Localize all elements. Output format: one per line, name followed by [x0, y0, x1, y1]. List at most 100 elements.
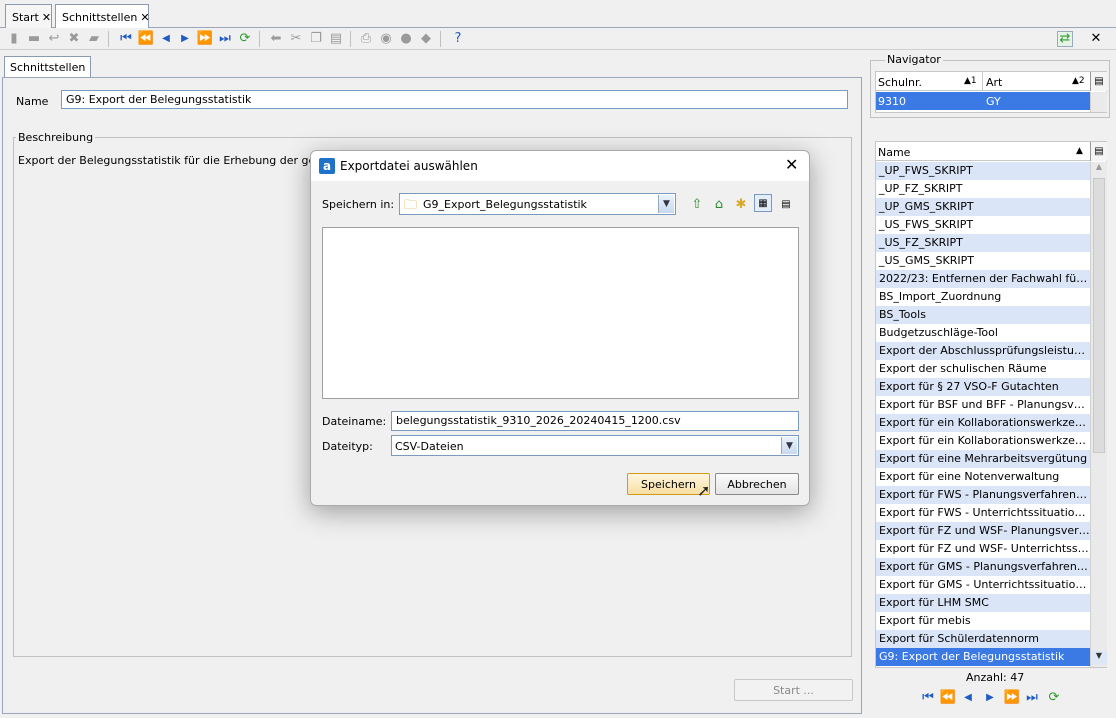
undo-icon[interactable]: ↩ — [46, 31, 62, 47]
last-icon[interactable]: ⏭ — [1024, 690, 1040, 706]
column-name[interactable]: Name — [878, 146, 910, 159]
first-icon[interactable]: ⏮ — [118, 31, 134, 47]
home-icon[interactable]: ⌂ — [710, 195, 728, 213]
list-item[interactable]: _UP_GMS_SKRIPT — [876, 198, 1090, 216]
export-file-dialog: a Exportdatei auswählen ✕ Speichern in: … — [310, 150, 810, 506]
file-list[interactable] — [322, 227, 799, 399]
start-button[interactable]: Start ... — [734, 679, 853, 701]
chevron-down-icon[interactable]: ▼ — [658, 195, 674, 213]
list-item[interactable]: _US_FZ_SKRIPT — [876, 234, 1090, 252]
save-icon[interactable]: ▬ — [26, 31, 42, 47]
column-art[interactable]: Art — [986, 76, 1002, 89]
tab-schnittstellen-detail[interactable]: Schnittstellen — [4, 56, 92, 77]
tab-start[interactable]: Start ✕ — [5, 4, 52, 28]
list-item[interactable]: _UP_FZ_SKRIPT — [876, 180, 1090, 198]
print-icon[interactable]: ⎙ — [358, 31, 374, 47]
up-folder-icon[interactable]: ⇧ — [688, 195, 706, 213]
list-view-icon[interactable]: ▦ — [754, 194, 772, 212]
close-icon[interactable]: ✕ — [42, 11, 51, 24]
next-page-icon[interactable]: ⏩ — [1004, 690, 1020, 706]
list-item[interactable]: Export für mebis — [876, 612, 1090, 630]
list-item[interactable]: Export für FWS - Unterrichtssituation (.… — [876, 504, 1090, 522]
details-view-icon[interactable]: ▤ — [777, 195, 795, 213]
delete-icon[interactable]: ✖ — [66, 31, 82, 47]
back-icon[interactable]: ⬅ — [268, 31, 284, 47]
last-icon[interactable]: ⏭ — [217, 31, 233, 47]
filename-input[interactable]: belegungsstatistik_9310_2026_20240415_12… — [391, 411, 799, 431]
cancel-button[interactable]: Abbrechen — [715, 473, 799, 495]
list-item[interactable]: Export der schulischen Räume — [876, 360, 1090, 378]
interface-list-rows: _UP_FWS_SKRIPT _UP_FZ_SKRIPT _UP_GMS_SKRIP… — [876, 162, 1090, 666]
prev-icon[interactable]: ◀ — [960, 690, 976, 706]
toolbar-separator — [440, 31, 441, 47]
table-row[interactable]: 9310 GY — [876, 92, 1090, 110]
cut-icon[interactable]: ✂ — [288, 31, 304, 47]
filetype-select[interactable]: CSV-Dateien ▼ — [391, 435, 799, 456]
subtab-label: Schnittstellen — [10, 61, 86, 74]
hint-icon[interactable]: ● — [398, 31, 414, 47]
scroll-down-icon[interactable]: ▼ — [1091, 651, 1107, 665]
list-item[interactable]: Budgetzuschläge-Tool — [876, 324, 1090, 342]
refresh-icon[interactable]: ⟳ — [237, 31, 253, 47]
list-item[interactable]: 2022/23: Entfernen der Fachwahl für F... — [876, 270, 1090, 288]
list-item[interactable]: Export für eine Notenverwaltung — [876, 468, 1090, 486]
save-in-value: G9_Export_Belegungsstatistik — [423, 198, 587, 211]
list-item[interactable]: Export für GMS - Planungsverfahren (S... — [876, 558, 1090, 576]
list-item[interactable]: Export für BSF und BFF - Planungsverfa..… — [876, 396, 1090, 414]
save-in-combo[interactable]: 🗀 G9_Export_Belegungsstatistik ▼ — [399, 193, 676, 215]
list-item[interactable]: Export für FZ und WSF- Unterrichtssitu..… — [876, 540, 1090, 558]
list-item[interactable]: Export für ein Kollaborationswerkzeug ..… — [876, 432, 1090, 450]
cell-art: GY — [986, 95, 1001, 108]
list-item[interactable]: Export für FZ und WSF- Planungsverfa... — [876, 522, 1090, 540]
list-item[interactable]: _US_GMS_SKRIPT — [876, 252, 1090, 270]
interface-list-scrollbar[interactable]: ▲ ▼ — [1090, 162, 1107, 667]
dialog-close-icon[interactable]: ✕ — [785, 155, 798, 174]
preview-icon[interactable]: ◉ — [378, 31, 394, 47]
list-item[interactable]: Export für FWS - Planungsverfahren (St..… — [876, 486, 1090, 504]
name-label: Name — [16, 95, 49, 108]
list-item[interactable]: G9: Export der Belegungsstatistik — [876, 648, 1090, 666]
name-field[interactable]: G9: Export der Belegungsstatistik — [61, 90, 848, 109]
sync-icon[interactable]: ⇄ — [1057, 31, 1073, 47]
list-item[interactable]: BS_Import_Zuordnung — [876, 288, 1090, 306]
next-page-icon[interactable]: ⏩ — [197, 31, 213, 47]
tab-schnittstellen[interactable]: Schnittstellen ✕ — [55, 4, 150, 29]
next-icon[interactable]: ▶ — [177, 31, 193, 47]
chevron-down-icon[interactable]: ▼ — [781, 437, 797, 454]
new-folder-icon[interactable]: ✱ — [732, 195, 750, 213]
refresh-icon[interactable]: ⟳ — [1046, 690, 1062, 706]
comment-icon[interactable]: ▰ — [86, 31, 102, 47]
copy-icon[interactable]: ❐ — [308, 31, 324, 47]
dialog-titlebar: a Exportdatei auswählen ✕ — [311, 151, 809, 181]
list-item[interactable]: Export für Schülerdatennorm — [876, 630, 1090, 648]
navigator-title: Navigator — [885, 53, 943, 66]
scrollbar-thumb[interactable] — [1093, 178, 1105, 453]
folder-icon: 🗀 — [404, 198, 418, 213]
scroll-up-icon[interactable]: ▲ — [1091, 162, 1107, 176]
navigator-nav-bar: ⏮ ⏪ ◀ ▶ ⏩ ⏭ ⟳ — [920, 690, 1070, 708]
column-chooser-icon[interactable]: ▤ — [1090, 72, 1107, 91]
close-icon[interactable]: ✕ — [140, 11, 149, 24]
erase-icon[interactable]: ◆ — [418, 31, 434, 47]
list-item[interactable]: Export für GMS - Unterrichtssituation (.… — [876, 576, 1090, 594]
school-grid-scrollbar[interactable] — [1090, 92, 1107, 112]
list-item[interactable]: Export der Abschlussprüfungsleistung... — [876, 342, 1090, 360]
first-icon[interactable]: ⏮ — [920, 690, 936, 706]
list-item[interactable]: BS_Tools — [876, 306, 1090, 324]
prev-page-icon[interactable]: ⏪ — [940, 690, 956, 706]
list-item[interactable]: Export für LHM SMC — [876, 594, 1090, 612]
list-item[interactable]: _UP_FWS_SKRIPT — [876, 162, 1090, 180]
prev-icon[interactable]: ◀ — [158, 31, 174, 47]
column-chooser-icon[interactable]: ▤ — [1090, 142, 1107, 161]
list-item[interactable]: Export für eine Mehrarbeitsvergütung — [876, 450, 1090, 468]
help-icon[interactable]: ? — [450, 31, 466, 47]
new-icon[interactable]: ▮ — [6, 31, 22, 47]
window-close-icon[interactable]: ✕ — [1088, 31, 1104, 47]
list-item[interactable]: Export für ein Kollaborationswerkzeug ..… — [876, 414, 1090, 432]
list-item[interactable]: _US_FWS_SKRIPT — [876, 216, 1090, 234]
prev-page-icon[interactable]: ⏪ — [138, 31, 154, 47]
paste-icon[interactable]: ▤ — [328, 31, 344, 47]
next-icon[interactable]: ▶ — [982, 690, 998, 706]
column-schulnr[interactable]: Schulnr. — [878, 76, 922, 89]
list-item[interactable]: Export für § 27 VSO-F Gutachten — [876, 378, 1090, 396]
